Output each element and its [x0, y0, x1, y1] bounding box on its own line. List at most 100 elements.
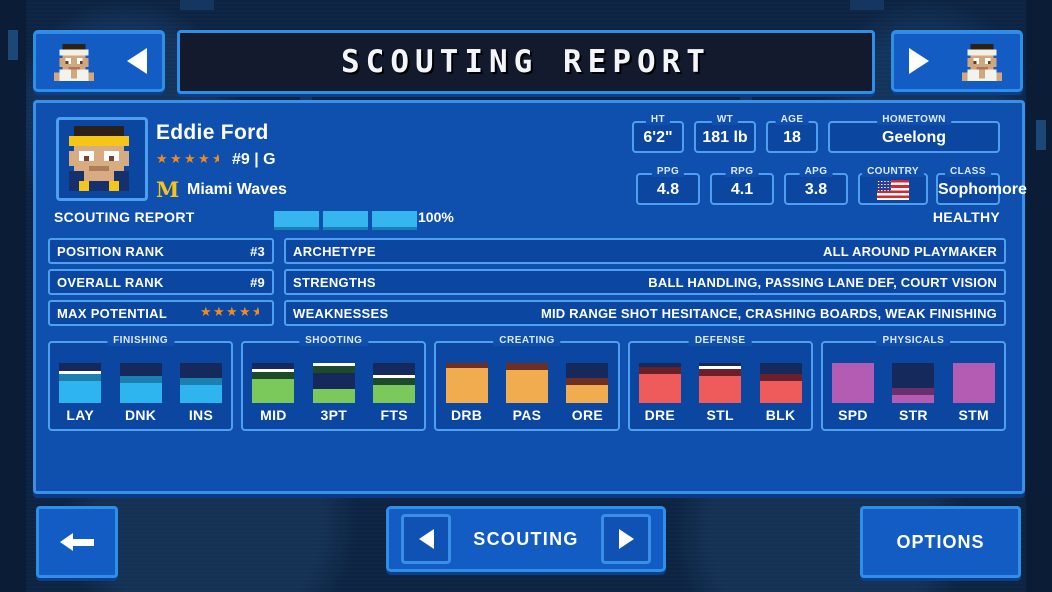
stat-apg-label: APG	[799, 166, 833, 177]
attribute-label: STL	[706, 407, 734, 423]
attribute-groups: FINISHING LAY DNK INS SHOOTING MID 3PT FTS CREAT…	[48, 335, 1007, 431]
attribute-meter	[566, 363, 609, 403]
progress-segment	[274, 211, 319, 230]
attribute-group-shooting: SHOOTING MID 3PT FTS	[241, 335, 427, 431]
strengths-label: STRENGTHS	[293, 274, 376, 290]
attribute-meter	[699, 363, 742, 403]
triangle-right-icon	[618, 529, 634, 549]
vital-wt: WT 181 lb	[694, 114, 756, 153]
player-number-position: #9 | G	[232, 151, 276, 168]
attribute-label: STR	[898, 407, 928, 423]
status-badge: HEALTHY	[932, 209, 1000, 225]
attribute-group-defense: DEFENSE DRE STL BLK	[627, 335, 813, 431]
vital-ht: HT 6'2"	[632, 114, 684, 153]
usa-flag-icon	[877, 180, 909, 200]
attribute-meter	[179, 363, 222, 403]
attribute-fts: FTS	[371, 363, 417, 423]
stat-rpg-label: RPG	[725, 166, 759, 177]
attribute-group-label: CREATING	[493, 335, 561, 346]
player-face-icon	[69, 126, 129, 191]
attribute-spd: SPD	[830, 363, 876, 423]
player-star-rating: ★★★ ★★	[156, 154, 219, 166]
position-rank-row: POSITION RANK #3	[48, 238, 274, 264]
vital-wt-value: 181 lb	[702, 128, 748, 146]
attribute-group-label: FINISHING	[107, 335, 175, 346]
position-rank-label: POSITION RANK	[57, 243, 165, 259]
report-progress-row: SCOUTING REPORT 100% HEALTHY	[48, 207, 1006, 233]
back-button[interactable]	[36, 506, 118, 578]
overall-rank-label: OVERALL RANK	[57, 274, 164, 290]
stat-rpg: RPG 4.1	[710, 166, 774, 205]
attribute-meter	[312, 363, 355, 403]
attribute-stm: STM	[951, 363, 997, 423]
team-name: Miami Waves	[187, 181, 287, 198]
attribute-3pt: 3PT	[311, 363, 357, 423]
attribute-label: DRE	[644, 407, 676, 423]
triangle-right-icon	[909, 48, 929, 74]
mode-tab-switcher: SCOUTING	[386, 506, 666, 572]
stat-country: COUNTRY	[858, 166, 928, 205]
attribute-group-creating: CREATING DRB PAS ORE	[434, 335, 620, 431]
attribute-label: MID	[260, 407, 287, 423]
tab-previous-button[interactable]	[401, 514, 451, 564]
vital-ht-label: HT	[645, 114, 671, 125]
attribute-stl: STL	[697, 363, 743, 423]
attribute-label: PAS	[512, 407, 542, 423]
attribute-label: 3PT	[320, 407, 348, 423]
attribute-group-physicals: PHYSICALS SPD STR STM	[820, 335, 1007, 431]
attribute-meter	[252, 363, 295, 403]
triangle-left-icon	[127, 48, 147, 74]
attribute-label: LAY	[66, 407, 94, 423]
report-progress-percent: 100%	[418, 209, 454, 225]
attribute-label: DNK	[124, 407, 157, 423]
top-bar: SCOUTING REPORT	[0, 8, 1052, 94]
attribute-label: STM	[958, 407, 989, 423]
player-name: Eddie Ford	[156, 121, 269, 144]
vital-hometown-label: HOMETOWN	[877, 114, 951, 125]
attribute-blk: BLK	[758, 363, 804, 423]
report-section-label: SCOUTING REPORT	[54, 209, 195, 225]
attribute-meter	[505, 363, 548, 403]
stat-apg-value: 3.8	[804, 180, 828, 198]
attribute-group-label: PHYSICALS	[876, 335, 951, 346]
stat-class-value: Sophomore	[938, 180, 1027, 198]
attribute-label: ORE	[571, 407, 603, 423]
stat-class: CLASS Sophomore	[936, 166, 1027, 205]
options-button-label: OPTIONS	[896, 531, 985, 552]
attribute-dre: DRE	[637, 363, 683, 423]
attribute-label: DRB	[450, 407, 483, 423]
attribute-meter	[638, 363, 681, 403]
page-title: SCOUTING REPORT	[341, 44, 711, 80]
player-rating-row: ★★★ ★★ #9 | G	[156, 151, 276, 169]
stat-rpg-value: 4.1	[730, 180, 754, 198]
attribute-meter	[445, 363, 488, 403]
attribute-meter	[759, 363, 802, 403]
attribute-group-label: DEFENSE	[688, 335, 752, 346]
next-player-button[interactable]	[891, 30, 1023, 92]
progress-segment	[372, 211, 417, 230]
attribute-meter	[952, 363, 995, 403]
player-avatar-icon	[961, 43, 1003, 82]
attribute-dnk: DNK	[118, 363, 164, 423]
attribute-ins: INS	[178, 363, 224, 423]
report-progress-bar	[274, 211, 417, 230]
attribute-meter	[832, 363, 874, 403]
vital-hometown: HOMETOWN Geelong	[828, 114, 1000, 153]
max-potential-stars: ★★★ ★★	[200, 307, 259, 319]
attribute-lay: LAY	[57, 363, 103, 423]
attribute-pas: PAS	[504, 363, 550, 423]
stat-apg: APG 3.8	[784, 166, 848, 205]
player-portrait	[56, 117, 148, 201]
stat-class-label: CLASS	[945, 166, 991, 177]
previous-player-button[interactable]	[33, 30, 165, 92]
attribute-mid: MID	[250, 363, 296, 423]
attribute-group-finishing: FINISHING LAY DNK INS	[48, 335, 234, 431]
options-button[interactable]: OPTIONS	[860, 506, 1021, 578]
progress-segment	[323, 211, 368, 230]
tab-next-button[interactable]	[601, 514, 651, 564]
strengths-value: BALL HANDLING, PASSING LANE DEF, COURT V…	[648, 274, 997, 290]
vital-age-label: AGE	[775, 114, 809, 125]
stat-ppg: PPG 4.8	[636, 166, 700, 205]
attribute-label: INS	[188, 407, 214, 423]
weaknesses-value: MID RANGE SHOT HESITANCE, CRASHING BOARD…	[540, 305, 997, 321]
